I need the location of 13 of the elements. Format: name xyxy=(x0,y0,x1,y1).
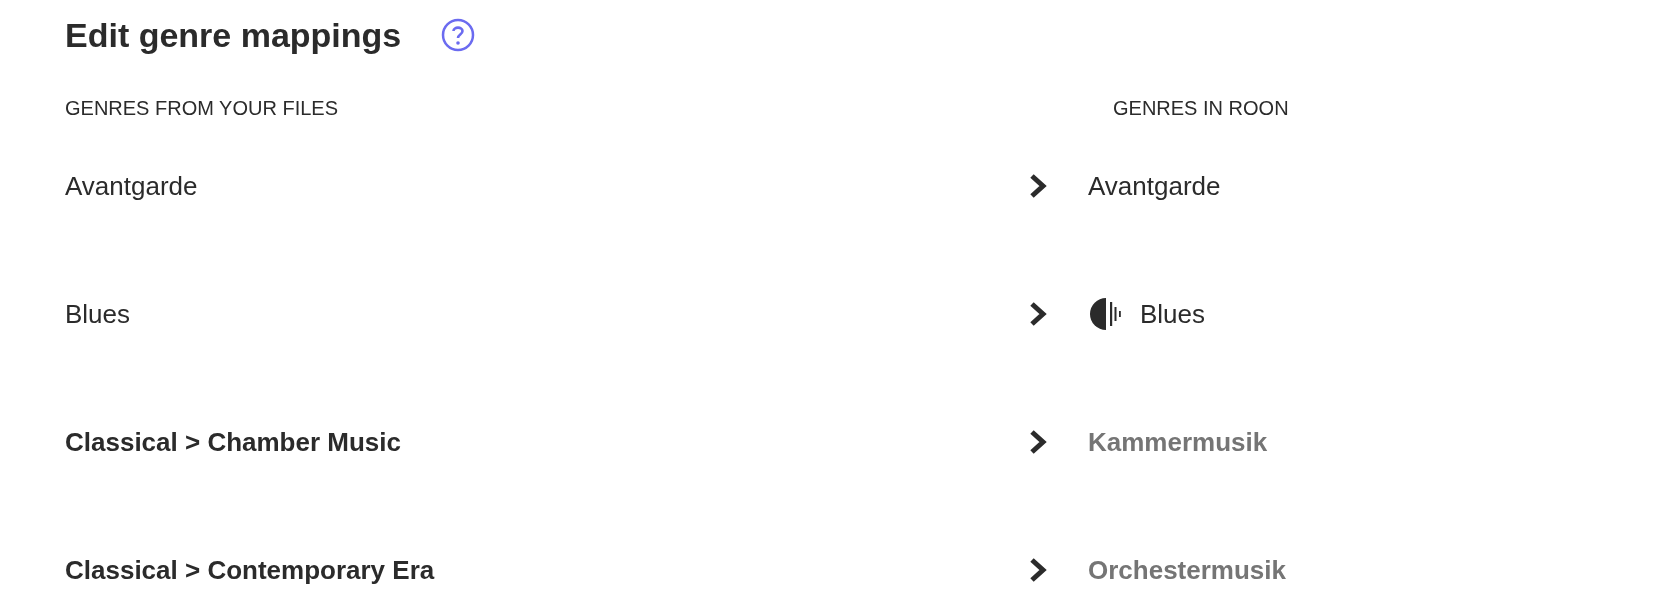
source-genre: Avantgarde xyxy=(65,169,199,203)
column-header: GENRES FROM YOUR FILES xyxy=(65,96,339,121)
source-genre: Blues xyxy=(65,297,132,331)
page-title: Edit genre mappings xyxy=(65,14,402,56)
roon-genre[interactable]: Blues xyxy=(1140,294,1206,334)
genre-icon xyxy=(1088,296,1124,332)
roon-genre[interactable]: Orchestermusik xyxy=(1088,550,1286,590)
help-icon[interactable] xyxy=(441,18,476,52)
source-genre: Classical > Chamber Music xyxy=(65,425,402,459)
column-header: GENRES IN ROON xyxy=(1113,96,1289,121)
source-genre: Classical > Contemporary Era xyxy=(65,553,436,587)
roon-genre[interactable]: Kammermusik xyxy=(1088,422,1268,462)
roon-genre[interactable]: Avantgarde xyxy=(1088,166,1221,206)
